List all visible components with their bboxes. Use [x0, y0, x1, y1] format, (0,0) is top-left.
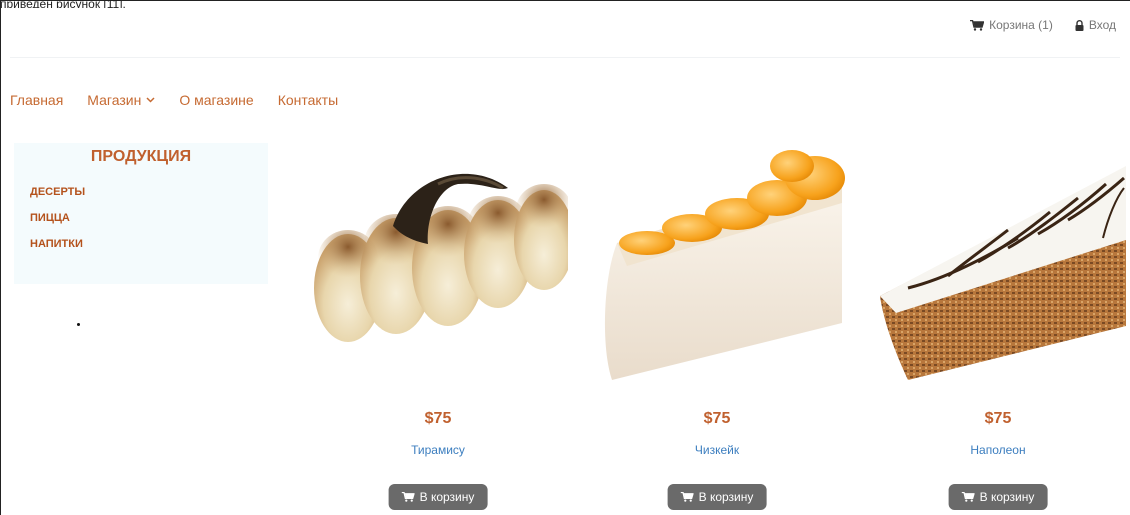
add-to-cart-button[interactable]: В корзину	[667, 484, 767, 510]
main-nav: Главная Магазин О магазине Контакты	[10, 92, 338, 108]
napoleon-image[interactable]	[868, 148, 1128, 388]
nav-contacts-label: Контакты	[277, 92, 339, 108]
category-list: ДЕСЕРТЫ ПИЦЦА НАПИТКИ	[30, 186, 268, 250]
nav-shop-label: Магазин	[87, 92, 142, 108]
tiramisu-image[interactable]	[308, 148, 568, 388]
nav-home-label: Главная	[10, 92, 64, 108]
cart-icon	[680, 492, 694, 502]
cart-icon	[401, 492, 415, 502]
nav-about-label: О магазине	[179, 92, 254, 108]
sidebar-item-desserts[interactable]: ДЕСЕРТЫ	[30, 186, 268, 198]
sidebar-title: ПРОДУКЦИЯ	[90, 148, 192, 165]
document-caption-fragment: приведен рисунок [11].	[0, 0, 126, 8]
product-name-link[interactable]: Наполеон	[868, 443, 1128, 457]
product-price: $75	[984, 410, 1012, 427]
add-to-cart-label: В корзину	[419, 490, 475, 504]
nav-item-about[interactable]: О магазине	[179, 92, 253, 108]
chevron-down-icon	[146, 97, 155, 103]
product-card-napoleon: $75 Наполеон В корзину	[868, 148, 1128, 515]
add-to-cart-label: В корзину	[698, 490, 754, 504]
nav-item-contacts[interactable]: Контакты	[278, 92, 338, 108]
category-sidebar: ПРОДУКЦИЯ ДЕСЕРТЫ ПИЦЦА НАПИТКИ	[14, 143, 268, 284]
top-bar: Корзина (1) Вход	[970, 18, 1116, 32]
add-to-cart-button[interactable]: В корзину	[388, 484, 488, 510]
nav-item-home[interactable]: Главная	[10, 92, 63, 108]
nav-item-shop[interactable]: Магазин	[87, 92, 155, 108]
cart-link[interactable]: Корзина (1)	[970, 18, 1053, 32]
cart-icon	[961, 492, 975, 502]
product-price: $75	[703, 410, 731, 427]
login-link[interactable]: Вход	[1075, 18, 1116, 32]
cart-icon	[970, 19, 985, 31]
sidebar-item-pizza[interactable]: ПИЦЦА	[30, 212, 268, 224]
bullet-dot	[77, 323, 80, 326]
product-card-tiramisu: $75 Тирамису В корзину	[308, 148, 568, 515]
lock-icon	[1075, 19, 1084, 31]
add-to-cart-button[interactable]: В корзину	[948, 484, 1048, 510]
cheesecake-image[interactable]	[587, 148, 847, 388]
header-divider	[10, 57, 1120, 58]
product-price: $75	[424, 410, 452, 427]
product-name-link[interactable]: Тирамису	[308, 443, 568, 457]
product-card-cheesecake: $75 Чизкейк В корзину	[587, 148, 847, 515]
product-name-link[interactable]: Чизкейк	[587, 443, 847, 457]
add-to-cart-label: В корзину	[979, 490, 1035, 504]
cart-label: Корзина (1)	[989, 18, 1053, 32]
login-label: Вход	[1088, 18, 1116, 32]
sidebar-item-drinks[interactable]: НАПИТКИ	[30, 238, 268, 250]
